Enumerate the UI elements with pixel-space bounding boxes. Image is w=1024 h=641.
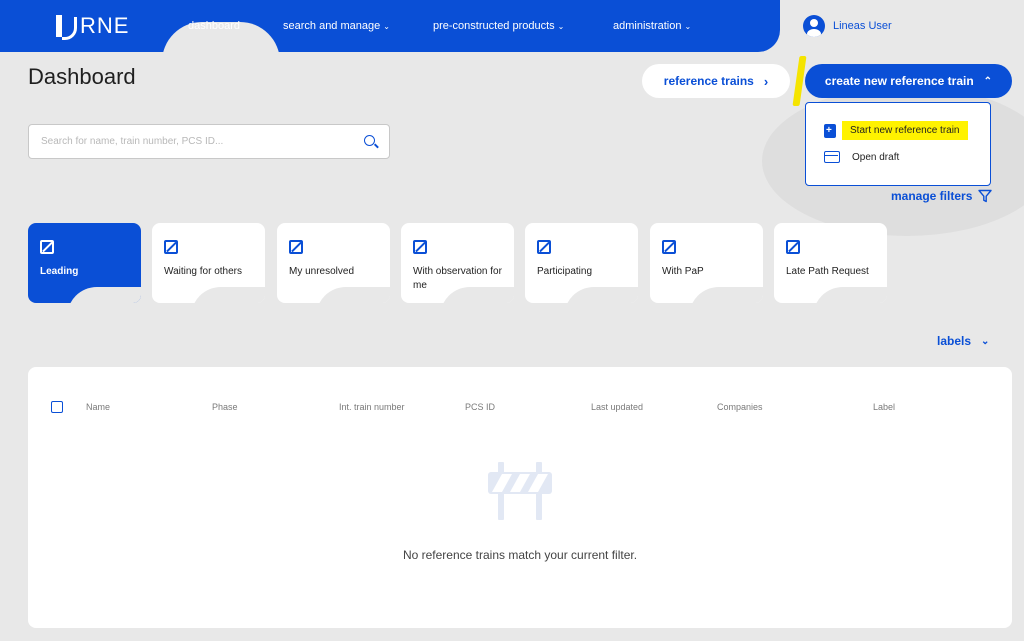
card-notch: [191, 287, 265, 303]
filter-card-participating[interactable]: Participating: [525, 223, 638, 303]
nav-item-label: search and manage: [283, 20, 381, 32]
filter-icon: [662, 240, 676, 254]
filter-card-late-path-request[interactable]: Late Path Request: [774, 223, 887, 303]
filter-card-label: Leading: [40, 266, 79, 277]
filter-card-label: With PaP: [662, 266, 704, 277]
draft-icon: [824, 151, 840, 163]
nav-item-label: pre-constructed products: [433, 20, 555, 32]
nav-item-search-and-manage[interactable]: search and manage ⌄: [283, 20, 390, 32]
create-new-reference-train-button[interactable]: create new reference train ⌃: [805, 64, 1012, 98]
card-notch: [813, 287, 887, 303]
nav-item-pre-constructed-products[interactable]: pre-constructed products ⌄: [433, 20, 564, 32]
chevron-right-icon: ›: [763, 73, 769, 89]
filter-card-with-pap[interactable]: With PaP: [650, 223, 763, 303]
select-all-checkbox[interactable]: [51, 401, 63, 413]
filter-card-label: Waiting for others: [164, 266, 242, 277]
column-header-pcs-id[interactable]: PCS ID: [465, 402, 495, 412]
card-notch: [67, 287, 141, 303]
column-header-label[interactable]: Label: [873, 402, 895, 412]
open-draft-item[interactable]: Open draft: [824, 151, 899, 163]
menu-item-label: Open draft: [852, 151, 900, 163]
empty-state-message: No reference trains match your current f…: [402, 548, 638, 562]
search-box: [28, 124, 390, 159]
rne-logo[interactable]: RNE: [56, 13, 130, 40]
filter-icon: [413, 240, 427, 254]
reference-trains-table: Name Phase Int. train number PCS ID Last…: [28, 367, 1012, 628]
nav-item-dashboard[interactable]: dashboard: [162, 0, 266, 52]
search-input[interactable]: [41, 125, 351, 158]
column-header-companies[interactable]: Companies: [717, 402, 763, 412]
filter-icon: [164, 240, 178, 254]
roadblock-icon: [488, 462, 552, 520]
manage-filters-button[interactable]: manage filters: [891, 189, 993, 203]
chevron-down-icon: ⌄: [383, 21, 390, 31]
filter-card-with-observation-for-me[interactable]: With observation for me: [401, 223, 514, 303]
chevron-down-icon: ⌄: [684, 21, 692, 31]
labels-toggle-label: labels: [937, 334, 972, 348]
chevron-up-icon: ⌃: [983, 75, 993, 87]
user-name: Lineas User: [833, 20, 892, 32]
page-title: Dashboard: [28, 64, 136, 89]
logo-text: RNE: [80, 13, 130, 38]
rne-logo-icon: [56, 15, 77, 40]
column-header-name[interactable]: Name: [86, 402, 110, 412]
search-icon[interactable]: [364, 135, 375, 146]
filter-card-label: Participating: [537, 266, 593, 277]
filter-card-leading[interactable]: Leading: [28, 223, 141, 303]
card-notch: [564, 287, 638, 303]
chevron-down-icon: ⌄: [557, 21, 565, 31]
create-button-label: create new reference train: [824, 74, 974, 88]
user-menu[interactable]: Lineas User: [803, 15, 892, 37]
create-dropdown-menu: Start new reference train Open draft: [805, 102, 991, 186]
start-new-reference-train-item[interactable]: Start new reference train: [824, 121, 968, 140]
top-navbar: RNE dashboard search and manage ⌄ pre-co…: [0, 0, 780, 52]
user-avatar-icon: [803, 15, 825, 37]
nav-item-administration[interactable]: administration ⌄: [613, 20, 691, 32]
filter-icon: [289, 240, 303, 254]
filter-card-my-unresolved[interactable]: My unresolved: [277, 223, 390, 303]
nav-item-label: administration: [613, 20, 682, 32]
reference-trains-button[interactable]: reference trains ›: [642, 64, 790, 98]
filter-card-label: Late Path Request: [786, 266, 869, 277]
new-document-icon: [824, 123, 836, 138]
chevron-down-icon: ⌄: [981, 335, 990, 347]
column-header-last-updated[interactable]: Last updated: [591, 402, 643, 412]
nav-item-label: dashboard: [188, 19, 240, 32]
column-header-phase[interactable]: Phase: [212, 402, 238, 412]
filter-card-label: My unresolved: [289, 266, 355, 277]
filter-card-label: With observation for me: [413, 266, 502, 291]
filter-card-waiting-for-others[interactable]: Waiting for others: [152, 223, 265, 303]
filter-icon: [40, 240, 54, 254]
menu-item-label: Start new reference train: [842, 121, 968, 140]
card-notch: [316, 287, 390, 303]
filter-icon: [537, 240, 551, 254]
filter-icon: [786, 240, 800, 254]
labels-toggle[interactable]: labels ⌄: [937, 334, 989, 348]
funnel-icon: [978, 189, 993, 203]
card-notch: [689, 287, 763, 303]
reference-trains-label: reference trains: [663, 74, 754, 88]
manage-filters-label: manage filters: [891, 189, 973, 203]
column-header-int-train-number[interactable]: Int. train number: [339, 402, 405, 412]
